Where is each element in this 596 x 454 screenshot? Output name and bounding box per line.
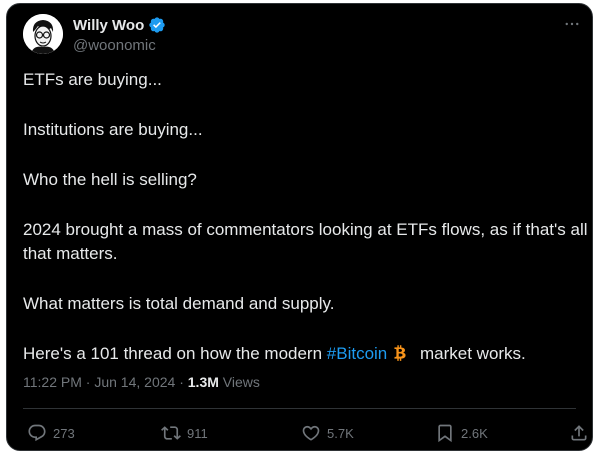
share-icon — [571, 425, 587, 441]
bitcoin-emoji-icon — [394, 345, 406, 361]
like-count: 5.7K — [327, 425, 354, 441]
tweet-time[interactable]: 11:22 PM — [23, 374, 82, 390]
avatar[interactable] — [23, 14, 63, 54]
tweet-paragraph: What matters is total demand and supply. — [23, 294, 335, 313]
bookmark-icon — [438, 424, 452, 443]
tweet-paragraph-last: Here's a 101 thread on how the modern #B… — [23, 342, 588, 366]
like-button[interactable]: 5.7K — [301, 423, 354, 443]
avatar-portrait-icon — [23, 14, 63, 54]
tweet-text-suffix: market works. — [415, 344, 526, 363]
tweet-paragraph: ETFs are buying... — [23, 70, 162, 89]
meta-dot: · — [175, 374, 188, 390]
repost-count: 911 — [187, 425, 208, 441]
heart-icon — [302, 425, 320, 441]
reply-count: 273 — [53, 425, 75, 441]
views-label: Views — [218, 374, 260, 390]
views-count[interactable]: 1.3M — [188, 374, 219, 390]
repost-icon — [161, 426, 181, 440]
more-button[interactable] — [560, 12, 584, 36]
repost-button[interactable]: 911 — [161, 423, 208, 443]
author-handle[interactable]: @woonomic — [73, 37, 156, 54]
meta-separator: · — [81, 374, 95, 390]
verified-badge-icon[interactable] — [148, 16, 166, 34]
author-name-text[interactable]: Willy Woo — [73, 17, 144, 34]
reply-button[interactable]: 273 — [27, 423, 75, 443]
divider — [23, 408, 576, 409]
reply-icon — [28, 424, 46, 442]
bookmark-count: 2.6K — [461, 425, 488, 441]
tweet-meta: 11:22 PM · Jun 14, 2024 · 1.3M Views — [23, 374, 260, 390]
tweet-card: Willy Woo @woonomic ETFs are buying... I… — [6, 3, 593, 451]
action-bar: 273 911 5.7K 2.6K — [23, 422, 587, 444]
tweet-text-prefix: Here's a 101 thread on how the modern — [23, 344, 327, 363]
more-dots-icon — [565, 22, 579, 26]
tweet-text: ETFs are buying... Institutions are buyi… — [23, 68, 588, 392]
bookmark-button[interactable]: 2.6K — [435, 423, 488, 443]
share-button[interactable] — [569, 423, 589, 443]
tweet-paragraph: Institutions are buying... — [23, 120, 203, 139]
tweet-paragraph: Who the hell is selling? — [23, 170, 197, 189]
author-name[interactable]: Willy Woo — [73, 16, 166, 34]
bitcoin-hashtag-link[interactable]: #Bitcoin — [327, 344, 387, 363]
tweet-date[interactable]: Jun 14, 2024 — [94, 374, 175, 390]
tweet-paragraph: 2024 brought a mass of commentators look… — [23, 220, 588, 263]
